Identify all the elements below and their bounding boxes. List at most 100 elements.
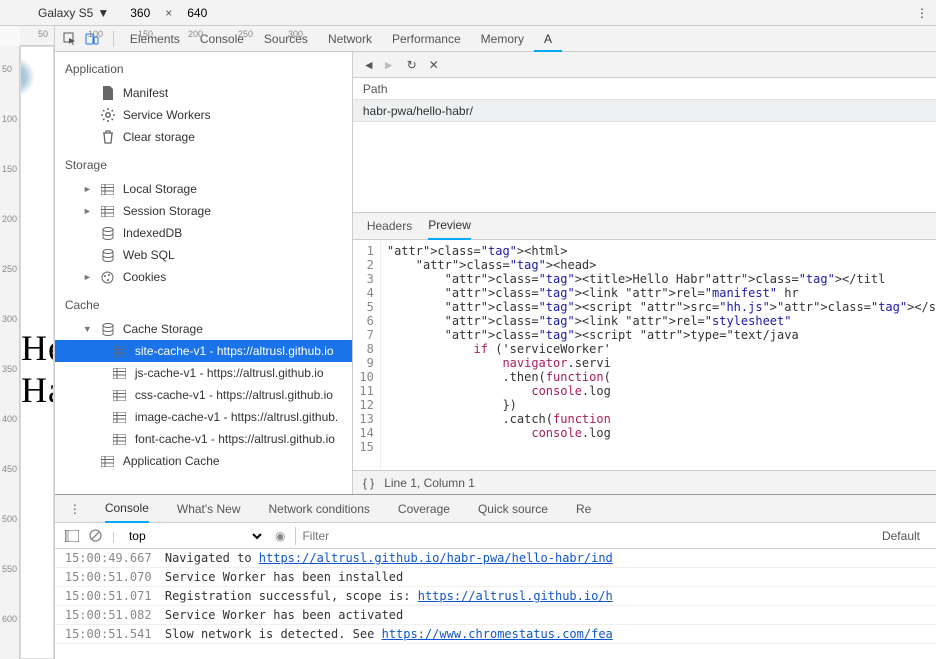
close-icon[interactable]: ✕: [429, 58, 439, 72]
path-row[interactable]: habr-pwa/hello-habr/: [353, 100, 936, 122]
device-dimensions: ×: [121, 6, 216, 20]
drawer-tab-coverage[interactable]: Coverage: [398, 496, 450, 522]
device-name: Galaxy S5: [38, 6, 93, 20]
grid-icon: [113, 410, 127, 424]
chevron-down-icon: ▼: [97, 6, 109, 20]
log-row: 15:00:51.070Service Worker has been inst…: [55, 568, 936, 587]
sidebar-toggle-icon[interactable]: [65, 530, 79, 542]
forward-icon[interactable]: ►: [383, 58, 395, 72]
sidebar-item[interactable]: Clear storage: [55, 126, 352, 148]
grid-icon: [113, 388, 127, 402]
trash-icon: [101, 130, 115, 144]
refresh-icon[interactable]: ↻: [407, 58, 417, 72]
cookie-icon: [101, 270, 115, 284]
grid-icon: [101, 454, 115, 468]
log-message: Service Worker has been installed: [165, 570, 926, 584]
response-sub-tabs: Headers Preview: [353, 212, 936, 240]
hello-text: Hello Habr: [21, 327, 53, 411]
console-filter-bar: | top ◉ Default: [55, 523, 936, 549]
sidebar-item[interactable]: ►Local Storage: [55, 178, 352, 200]
log-row: 15:00:49.667Navigated to https://altrusl…: [55, 549, 936, 568]
inspect-icon[interactable]: [63, 32, 85, 46]
times-icon: ×: [165, 6, 172, 20]
grid-icon: [101, 182, 115, 196]
editor-status: { } Line 1, Column 1: [353, 470, 936, 494]
braces-icon[interactable]: { }: [363, 476, 374, 490]
application-cache[interactable]: Application Cache: [55, 450, 352, 472]
section-application: Application: [55, 52, 352, 82]
tab-network[interactable]: Network: [318, 26, 382, 52]
log-row: 15:00:51.082Service Worker has been acti…: [55, 606, 936, 625]
filter-input[interactable]: [295, 527, 495, 545]
grid-icon: [113, 344, 127, 358]
log-message: Slow network is detected. See https://ww…: [165, 627, 926, 641]
tab-a[interactable]: A: [534, 26, 562, 52]
tab-performance[interactable]: Performance: [382, 26, 471, 52]
section-storage: Storage: [55, 148, 352, 178]
drawer-tab-re[interactable]: Re: [576, 496, 591, 522]
sidebar-item[interactable]: ►Cookies: [55, 266, 352, 288]
db-icon: [101, 248, 115, 262]
sidebar-item[interactable]: Manifest: [55, 82, 352, 104]
console-log: 15:00:49.667Navigated to https://altrusl…: [55, 549, 936, 659]
manifest-icon: [101, 86, 115, 100]
ruler-horizontal: 50100150200250300: [20, 26, 54, 46]
tab-sources[interactable]: Sources: [254, 26, 318, 52]
page-canvas[interactable]: Hello Habr: [20, 46, 54, 659]
sidebar-item[interactable]: ►Session Storage: [55, 200, 352, 222]
drawer-more-icon[interactable]: ⋮: [67, 496, 83, 522]
level-select[interactable]: Default: [882, 529, 926, 543]
clear-console-icon[interactable]: [89, 529, 102, 542]
sub-tab-preview[interactable]: Preview: [428, 212, 471, 240]
cache-detail: ◄ ► ↻ ✕ Path habr-pwa/hello-habr/ Header…: [353, 52, 936, 494]
log-message: Service Worker has been activated: [165, 608, 926, 622]
sidebar-item[interactable]: IndexedDB: [55, 222, 352, 244]
grid-icon: [113, 432, 127, 446]
log-row: 15:00:51.541Slow network is detected. Se…: [55, 625, 936, 644]
grid-icon: [101, 204, 115, 218]
drawer-tab-console[interactable]: Console: [105, 495, 149, 523]
log-timestamp: 15:00:51.071: [65, 589, 165, 603]
section-cache: Cache: [55, 288, 352, 318]
device-height-input[interactable]: [178, 6, 216, 20]
log-message: Navigated to https://altrusl.github.io/h…: [165, 551, 926, 565]
detail-toolbar: ◄ ► ↻ ✕: [353, 52, 936, 78]
context-select[interactable]: top: [125, 528, 265, 544]
log-message: Registration successful, scope is: https…: [165, 589, 926, 603]
device-select[interactable]: Galaxy S5 ▼: [38, 6, 109, 20]
cache-storage-header[interactable]: ▼Cache Storage: [55, 318, 352, 340]
sidebar-item[interactable]: Service Workers: [55, 104, 352, 126]
back-icon[interactable]: ◄: [363, 58, 375, 72]
tab-memory[interactable]: Memory: [471, 26, 534, 52]
cache-entry[interactable]: css-cache-v1 - https://altrusl.github.io: [55, 384, 352, 406]
cache-entry[interactable]: font-cache-v1 - https://altrusl.github.i…: [55, 428, 352, 450]
cache-entry[interactable]: site-cache-v1 - https://altrusl.github.i…: [55, 340, 352, 362]
gear-icon: [101, 108, 115, 122]
tab-elements[interactable]: Elements: [120, 26, 190, 52]
drawer-tabs: ⋮ Console What's New Network conditions Cov…: [55, 495, 936, 523]
paint-splash-decoration: [20, 57, 35, 97]
application-sidebar: ApplicationManifestService WorkersClear …: [55, 52, 353, 494]
cache-entry[interactable]: image-cache-v1 - https://altrusl.github.: [55, 406, 352, 428]
log-timestamp: 15:00:51.082: [65, 608, 165, 622]
device-width-input[interactable]: [121, 6, 159, 20]
cursor-position: Line 1, Column 1: [384, 476, 475, 490]
sidebar-item[interactable]: Web SQL: [55, 244, 352, 266]
more-icon[interactable]: ⋮: [916, 6, 928, 20]
device-toolbar: Galaxy S5 ▼ × ⋮: [0, 0, 936, 26]
log-row: 15:00:51.071Registration successful, sco…: [55, 587, 936, 606]
path-column-header[interactable]: Path: [353, 78, 936, 100]
db-icon: [101, 226, 115, 240]
log-timestamp: 15:00:49.667: [65, 551, 165, 565]
log-timestamp: 15:00:51.541: [65, 627, 165, 641]
console-drawer: ⋮ Console What's New Network conditions Cov…: [55, 494, 936, 659]
device-preview: 50100150200250300 5010015020025030035040…: [0, 26, 55, 659]
drawer-tab-quick-source[interactable]: Quick source: [478, 496, 548, 522]
eye-icon[interactable]: ◉: [275, 529, 285, 543]
grid-icon: [113, 366, 127, 380]
preview-code: 123456789101112131415 "attr">class="tag"…: [353, 240, 936, 470]
drawer-tab-network-conditions[interactable]: Network conditions: [269, 496, 370, 522]
drawer-tab-what's-new[interactable]: What's New: [177, 496, 241, 522]
sub-tab-headers[interactable]: Headers: [367, 213, 412, 239]
cache-entry[interactable]: js-cache-v1 - https://altrusl.github.io: [55, 362, 352, 384]
